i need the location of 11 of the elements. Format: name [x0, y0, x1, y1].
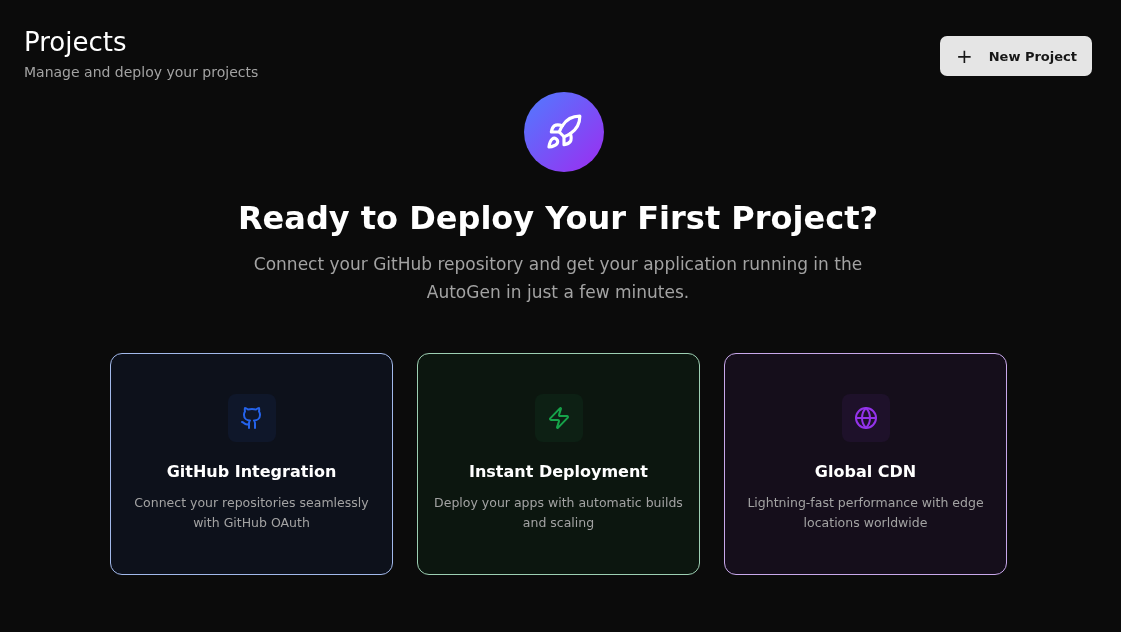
- page-title: Projects: [24, 26, 128, 58]
- hero-text: Connect your GitHub repository and get your application running in the AutoGen in just a few minutes.: [252, 253, 864, 304]
- new-project-button[interactable]: + New Project: [939, 36, 1092, 76]
- feature-title: GitHub Integration: [166, 462, 337, 481]
- feature-description: Deploy your apps with automatic builds and scaling: [433, 494, 684, 532]
- feature-description: Connect your repositories seamlessly with GitHub OAuth: [133, 494, 370, 532]
- feature-title: Global CDN: [814, 462, 917, 481]
- feature-title: Instant Deployment: [469, 462, 648, 481]
- page-subtitle: Manage and deploy your projects: [24, 64, 259, 80]
- feature-description: Lightning-fast performance with edge locations worldwide: [746, 494, 985, 532]
- hero-heading: Ready to Deploy Your First Project?: [237, 198, 879, 238]
